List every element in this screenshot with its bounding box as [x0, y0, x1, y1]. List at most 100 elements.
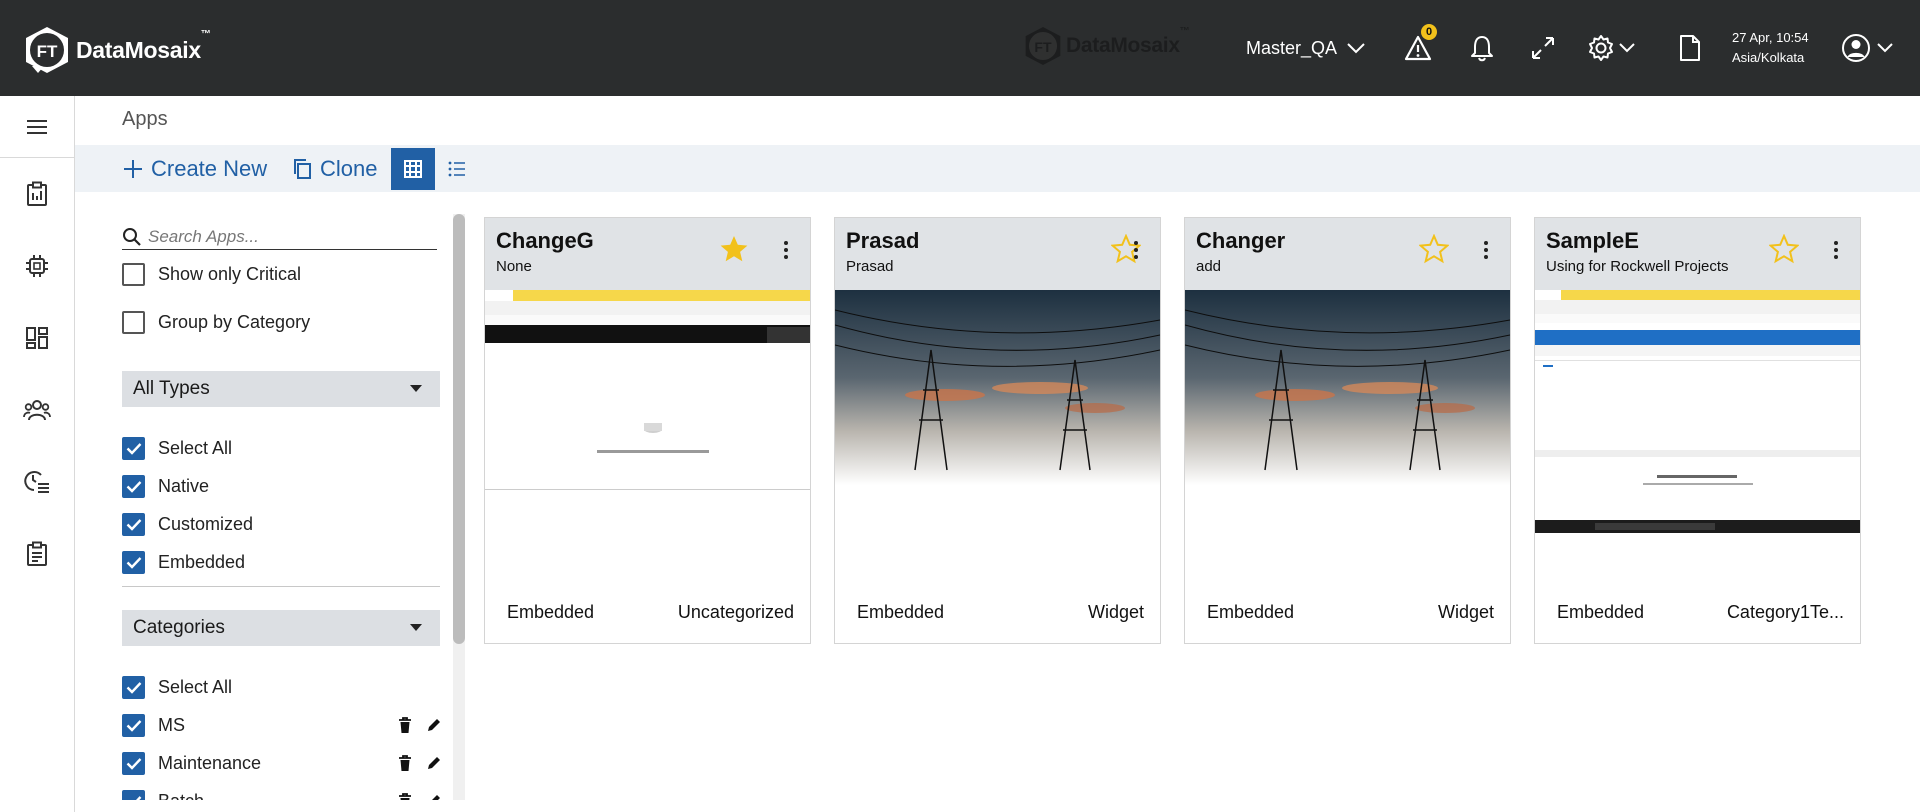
trash-icon[interactable] [398, 754, 412, 772]
create-new-label: Create New [151, 155, 268, 181]
checkmark-icon [126, 556, 141, 569]
card-footer: Embedded Widget [835, 602, 1160, 623]
star-filled-icon[interactable] [719, 234, 749, 264]
grid-view-button[interactable] [391, 148, 435, 190]
chevron-down-icon [1877, 43, 1893, 53]
nav-checklists[interactable] [0, 518, 74, 590]
type-option-label: Customized [158, 513, 254, 534]
nav-history[interactable] [0, 446, 74, 518]
clone-button[interactable]: Clone [292, 145, 377, 192]
date-time-display: 27 Apr, 10:54 Asia/Kolkata [1732, 0, 1809, 96]
notifications-button[interactable] [1467, 0, 1497, 96]
type-option[interactable]: Customized [122, 511, 442, 537]
expand-icon [1532, 37, 1554, 59]
card-subtitle: Using for Rockwell Projects [1546, 258, 1729, 275]
checkmark-icon [126, 518, 141, 531]
card-subtitle: Prasad [846, 258, 894, 275]
category-option[interactable]: MS [122, 712, 442, 738]
star-outline-icon[interactable] [1769, 234, 1799, 264]
checkbox-checked [122, 436, 145, 460]
pencil-icon[interactable] [426, 717, 442, 733]
checkbox-checked [122, 512, 145, 536]
app-card[interactable]: SampleE Using for Rockwell Projects Embe… [1534, 217, 1861, 644]
nav-dashboards[interactable] [0, 302, 74, 374]
card-type: Embedded [857, 602, 945, 622]
filter-scrollbar[interactable] [453, 214, 465, 800]
card-category: Widget [1087, 602, 1144, 622]
caret-down-icon [410, 624, 422, 631]
fullscreen-button[interactable] [1528, 0, 1558, 96]
category-option[interactable]: Maintenance [122, 750, 442, 776]
documents-button[interactable] [1677, 0, 1703, 96]
checkbox-checked [122, 675, 145, 699]
show-critical-label: Show only Critical [158, 263, 302, 284]
card-footer: Embedded Widget [1185, 602, 1510, 623]
more-options-icon[interactable] [1130, 238, 1142, 262]
card-header: ChangeG None [485, 218, 810, 290]
category-option-label: MS [158, 714, 185, 735]
alerts-button[interactable] [1403, 0, 1433, 96]
category-actions [398, 792, 442, 801]
type-option[interactable]: Embedded [122, 549, 442, 575]
checkbox-checked [122, 751, 145, 775]
category-option-label: Select All [158, 676, 233, 697]
group-by-category-label: Group by Category [158, 311, 311, 332]
left-nav-rail [0, 96, 75, 812]
category-actions [398, 716, 442, 734]
type-option-label: Embedded [158, 551, 246, 572]
pencil-icon[interactable] [426, 755, 442, 771]
power-lines-photo [835, 290, 1160, 533]
trash-icon[interactable] [398, 716, 412, 734]
more-options-icon[interactable] [780, 238, 792, 262]
caret-down-icon [410, 385, 422, 392]
brand-logo[interactable]: FT DataMosaix™ [24, 26, 211, 74]
type-option[interactable]: Select All [122, 435, 442, 461]
user-menu[interactable] [1838, 0, 1896, 96]
search-input[interactable] [148, 226, 428, 247]
trash-icon[interactable] [398, 792, 412, 801]
more-options-icon[interactable] [1480, 238, 1492, 262]
alert-count-badge: 0 [1421, 24, 1437, 40]
categories-dropdown[interactable]: Categories [122, 610, 440, 646]
create-new-button[interactable]: Create New [123, 145, 267, 192]
scrollbar-thumb[interactable] [453, 214, 465, 644]
dashboard-icon [26, 327, 48, 349]
users-icon [23, 400, 51, 421]
settings-menu[interactable] [1584, 0, 1638, 96]
svg-text:FT: FT [37, 42, 58, 61]
gear-icon [1589, 35, 1613, 61]
type-option-label: Select All [158, 437, 233, 458]
category-option[interactable]: Select All [122, 674, 442, 700]
card-type: Embedded [1557, 602, 1645, 622]
menu-toggle-button[interactable] [0, 96, 74, 158]
app-card[interactable]: Prasad Prasad Embedded Widget [834, 217, 1161, 644]
user-icon [1842, 34, 1870, 62]
type-option-label: Native [158, 475, 210, 496]
category-option[interactable]: Batch [122, 788, 442, 800]
app-card[interactable]: ChangeG None Embedded Uncategorized [484, 217, 811, 644]
show-critical-checkbox[interactable]: Show only Critical [122, 261, 442, 287]
types-dropdown[interactable]: All Types [122, 371, 440, 407]
plus-icon [124, 159, 142, 178]
more-options-icon[interactable] [1830, 238, 1842, 262]
workspace-selector[interactable]: Master_QA [1246, 0, 1365, 96]
checkbox-unchecked [122, 262, 145, 286]
types-dropdown-label: All Types [133, 378, 210, 399]
categories-dropdown-label: Categories [133, 617, 225, 638]
app-card[interactable]: Changer add Embedded Widget [1184, 217, 1511, 644]
nav-clipboard[interactable] [0, 158, 74, 230]
pencil-icon[interactable] [426, 793, 442, 800]
current-date: 27 Apr, 10:54 [1732, 30, 1809, 45]
star-outline-icon[interactable] [1419, 234, 1449, 264]
filter-divider [122, 586, 440, 587]
nav-users[interactable] [0, 374, 74, 446]
card-title: SampleE [1546, 228, 1639, 253]
group-by-category-checkbox[interactable]: Group by Category [122, 309, 442, 335]
nav-devices[interactable] [0, 230, 74, 302]
app-preview-screenshot [485, 290, 810, 533]
clone-label: Clone [320, 155, 378, 181]
category-option-label: Batch [158, 791, 204, 801]
list-view-button[interactable] [435, 148, 479, 190]
checkbox-checked [122, 789, 145, 800]
type-option[interactable]: Native [122, 473, 442, 499]
